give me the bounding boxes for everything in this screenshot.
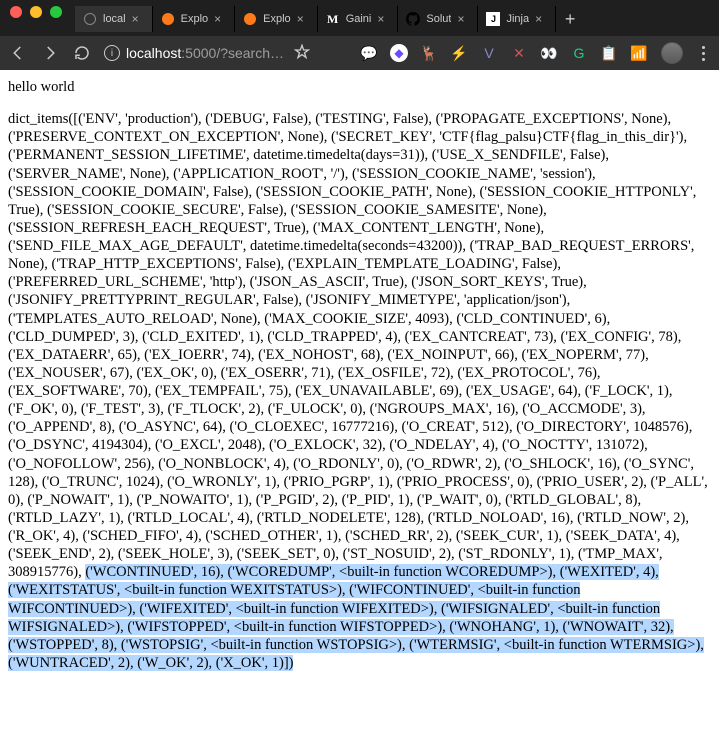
tab-title: Gaini	[346, 13, 372, 25]
window-close-dot[interactable]	[10, 6, 22, 18]
tab-favicon-m-icon: M	[326, 12, 340, 26]
tab-4[interactable]: Solut ×	[398, 6, 478, 32]
tab-favicon-jinja-icon: J	[486, 12, 500, 26]
extension-icons: 💬 ◆ 🦌 ⚡ V ✕ 👀 G 📋 📶	[359, 43, 649, 63]
tab-3[interactable]: M Gaini ×	[318, 6, 399, 32]
greeting-text: hello world	[8, 78, 711, 96]
extension-icon-2[interactable]: 🦌	[419, 43, 439, 63]
tab-title: Solut	[426, 13, 451, 25]
tab-title: Explo	[263, 13, 291, 25]
tab-2[interactable]: Explo ×	[235, 6, 318, 32]
address-bar: i localhost:5000/?search… 💬 ◆ 🦌 ⚡ V ✕ 👀 G 📋 📶	[0, 36, 719, 70]
tab-close-icon[interactable]: ×	[297, 13, 309, 25]
url-host: localhost	[126, 45, 181, 61]
tab-5[interactable]: J Jinja ×	[478, 6, 556, 32]
tab-close-icon[interactable]: ×	[132, 13, 144, 25]
extension-icon-4[interactable]: V	[479, 43, 499, 63]
tab-title: Explo	[181, 13, 209, 25]
dict-highlighted[interactable]: ('WCONTINUED', 16), ('WCOREDUMP', <built…	[8, 564, 704, 671]
menu-button[interactable]	[695, 46, 711, 61]
profile-avatar[interactable]	[661, 42, 683, 64]
tab-title: Jinja	[506, 13, 529, 25]
window-minimize-dot[interactable]	[30, 6, 42, 18]
extension-icon-6[interactable]: 👀	[539, 43, 559, 63]
tab-favicon-orange-icon	[243, 12, 257, 26]
url-box[interactable]: i localhost:5000/?search…	[104, 44, 310, 63]
url-path: /?search…	[216, 45, 284, 61]
window-zoom-dot[interactable]	[50, 6, 62, 18]
reload-button[interactable]	[72, 43, 92, 63]
tab-close-icon[interactable]: ×	[535, 13, 547, 25]
tab-title: local	[103, 13, 126, 25]
bookmark-star-icon[interactable]	[294, 44, 310, 63]
tab-close-icon[interactable]: ×	[457, 13, 469, 25]
url-port: :5000	[181, 45, 216, 61]
dict-prefix: dict_items([('ENV', 'production'), ('DEB…	[8, 111, 708, 580]
dict-dump: dict_items([('ENV', 'production'), ('DEB…	[8, 110, 711, 672]
extension-icon-5[interactable]: ✕	[509, 43, 529, 63]
extension-icon-8[interactable]: 📋	[599, 43, 619, 63]
browser-chrome: local×Explo×Explo×MGaini×Solut×JJinja×+ …	[0, 0, 719, 70]
extension-icon-1[interactable]: ◆	[389, 43, 409, 63]
tab-0[interactable]: local ×	[75, 6, 153, 32]
tab-favicon-globe-icon	[83, 12, 97, 26]
page-content: hello world dict_items([('ENV', 'product…	[0, 70, 719, 737]
tab-favicon-github-icon	[406, 12, 420, 26]
new-tab-button[interactable]: +	[556, 9, 584, 30]
tab-close-icon[interactable]: ×	[214, 13, 226, 25]
extension-icon-7[interactable]: G	[569, 43, 589, 63]
tab-1[interactable]: Explo ×	[153, 6, 236, 32]
back-button[interactable]	[8, 43, 28, 63]
tab-close-icon[interactable]: ×	[377, 13, 389, 25]
tab-favicon-orange-icon	[161, 12, 175, 26]
forward-button[interactable]	[40, 43, 60, 63]
extension-icon-3[interactable]: ⚡	[449, 43, 469, 63]
site-info-icon[interactable]: i	[104, 45, 120, 61]
tab-bar: local × Explo × Explo × M Gaini × Solut × J Jinja × +	[0, 2, 719, 36]
extension-icon-0[interactable]: 💬	[359, 43, 379, 63]
extension-icon-9[interactable]: 📶	[629, 43, 649, 63]
